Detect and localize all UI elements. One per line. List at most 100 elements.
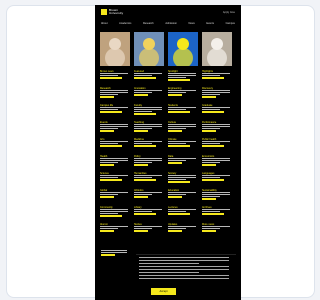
news-item[interactable]: Events [100,121,132,138]
read-more-link[interactable] [134,164,148,166]
news-item[interactable]: Global [100,189,132,206]
read-more-link[interactable] [168,230,182,232]
news-item[interactable]: Health [100,155,132,172]
news-item[interactable]: Faculty [134,104,166,121]
read-more-link[interactable] [202,230,216,232]
read-more-link[interactable] [202,198,216,200]
hero-portrait-4[interactable] [202,32,232,66]
news-item[interactable]: Archives [202,206,234,223]
news-item[interactable]: Languages [202,172,234,189]
text-line [202,177,220,178]
read-more-link[interactable] [202,213,224,215]
news-item[interactable]: Sustainability [202,189,234,206]
news-item[interactable]: Featured [134,70,166,87]
news-item[interactable]: Humanities [134,172,166,189]
news-item[interactable]: Economics [202,155,234,172]
read-more-link[interactable] [168,162,182,164]
read-more-link[interactable] [202,145,224,147]
news-item[interactable]: Teaching [134,121,166,138]
read-more-link[interactable] [168,145,190,147]
read-more-link[interactable] [134,145,156,147]
read-more-link[interactable] [202,77,224,79]
news-item[interactable]: Athletics [134,189,166,206]
read-more-link[interactable] [202,111,224,113]
read-more-link[interactable] [134,130,148,132]
read-more-link[interactable] [168,196,182,198]
news-item[interactable]: Updates [168,223,200,240]
news-item[interactable]: Education [168,189,200,206]
link-highlight[interactable] [101,254,115,256]
read-more-link[interactable] [134,77,156,79]
news-item[interactable]: Engineering [168,87,200,104]
read-more-link[interactable] [202,130,216,132]
read-more-link[interactable] [168,130,182,132]
read-more-link[interactable] [168,213,190,215]
nav-item[interactable]: News [188,22,194,25]
news-item[interactable]: Public health [202,138,234,155]
news-item[interactable]: Discovery [202,87,234,104]
page-thumbnail[interactable]: Brown University Apply Give About Academi… [95,5,241,300]
nav-item[interactable]: Academics [119,22,131,25]
nav-item[interactable]: About [101,22,108,25]
read-more-link[interactable] [100,77,122,79]
accept-button[interactable]: Accept [151,288,176,295]
read-more-link[interactable] [168,181,190,183]
hero-portrait-3[interactable] [168,32,198,66]
read-more-link[interactable] [134,196,148,198]
news-item[interactable]: Campus life [100,104,132,121]
news-item[interactable]: Science [100,172,132,189]
read-more-link[interactable] [100,215,122,217]
news-item[interactable]: Arts [100,138,132,155]
hero-portrait-1[interactable] [100,32,130,66]
news-item[interactable]: Spotlight [168,70,200,87]
read-more-link[interactable] [100,111,122,113]
read-more-link[interactable] [100,145,122,147]
read-more-link[interactable] [134,94,148,96]
nav-item[interactable]: Events [206,22,214,25]
hero-portrait-2[interactable] [134,32,164,66]
read-more-link[interactable] [100,179,122,181]
news-item[interactable]: Brown news [100,70,132,87]
news-item[interactable]: Alumni [100,223,132,240]
news-item[interactable]: Graduate [202,104,234,121]
news-item[interactable]: Innovation [134,87,166,104]
read-more-link[interactable] [100,196,114,198]
news-item[interactable]: Stories [134,223,166,240]
news-item[interactable]: Research [100,87,132,104]
news-item[interactable]: Climate [168,138,200,155]
news-item[interactable]: Highlights [202,70,234,87]
read-more-link[interactable] [134,113,156,115]
news-item[interactable]: More news [202,223,234,240]
nav-item[interactable]: Admission [165,22,177,25]
nav-item[interactable]: Research [143,22,154,25]
read-more-link[interactable] [168,94,182,96]
news-item[interactable]: Policy [134,155,166,172]
read-more-link[interactable] [100,230,114,232]
read-more-link[interactable] [134,213,156,215]
read-more-link[interactable] [100,96,114,98]
logo-text[interactable]: Brown University [109,9,127,15]
read-more-link[interactable] [202,96,216,98]
logo-mark[interactable] [101,9,107,15]
read-more-link[interactable] [134,179,156,181]
read-more-link[interactable] [134,230,148,232]
news-item[interactable]: Society [168,172,200,189]
news-item[interactable]: Library [134,206,166,223]
read-more-link[interactable] [168,79,190,81]
read-more-link[interactable] [100,130,114,132]
read-more-link[interactable] [202,164,216,166]
news-item[interactable]: Performance [202,121,234,138]
news-item[interactable]: Community [100,206,132,223]
top-links[interactable]: Apply Give [223,11,235,14]
news-item[interactable]: Medicine [134,138,166,155]
read-more-link[interactable] [168,111,190,113]
news-item[interactable]: Culture [168,121,200,138]
news-item[interactable]: Lectures [168,206,200,223]
news-item[interactable]: Data [168,155,200,172]
read-more-link[interactable] [202,179,224,181]
text-line [168,143,186,144]
nav-item[interactable]: Campus [226,22,235,25]
read-more-link[interactable] [100,164,114,166]
news-item[interactable]: Students [168,104,200,121]
cookie-text-line [139,275,229,276]
